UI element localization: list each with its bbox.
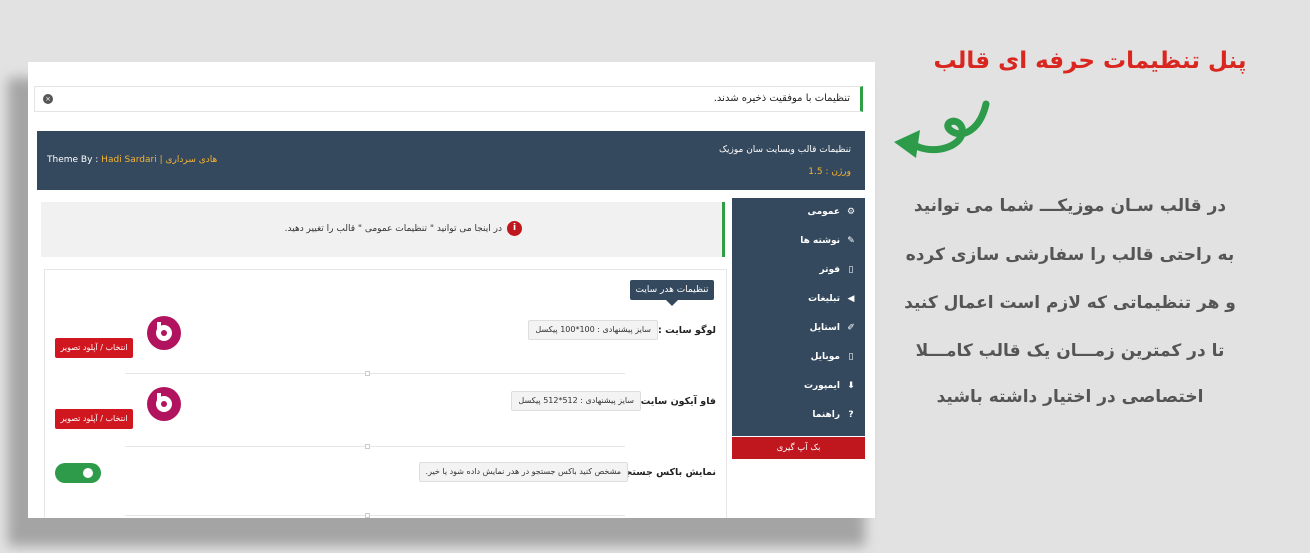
brush-icon: ✐	[847, 323, 855, 333]
promo-title: پنل تنظیمات حرفه ای قالب	[933, 48, 1247, 74]
divider-dot	[365, 513, 370, 518]
sidebar-item-general[interactable]: ⚙ عمومی	[732, 198, 865, 227]
section-title: تنظیمات هدر سایت	[630, 280, 714, 306]
info-icon: i	[507, 221, 522, 236]
sidebar-item-label: ایمپورت	[803, 381, 840, 391]
favicon-size-hint: سایز پیشنهادی : 512*512 پیکسل	[511, 391, 641, 411]
logo-label: لوگو سایت :	[658, 325, 716, 336]
sidebar-item-label: نوشته ها	[800, 236, 840, 246]
panel-header: تنظیمات قالب وبسایت سان موزیک ورژن : 1.5…	[37, 131, 865, 190]
backup-button[interactable]: بک آپ گیری	[732, 437, 865, 459]
favicon-image	[147, 387, 181, 421]
sidebar-item-posts[interactable]: ✎ نوشته ها	[732, 227, 865, 256]
promo-line-4: تا در کمترین زمـــان یک قالب کامـــلا	[915, 341, 1225, 361]
divider-dot	[365, 371, 370, 376]
question-icon: ?	[848, 410, 854, 420]
promo-line-1: در قالب سـان موزیکـــ شما می توانید	[913, 196, 1227, 216]
notice-text: تنظیمات با موفقیت ذخیره شدند.	[713, 93, 850, 104]
sidebar-item-style[interactable]: ✐ استایل	[732, 314, 865, 343]
sidebar-item-import[interactable]: ⬇ ایمپورت	[732, 372, 865, 401]
version-label: ورژن : 1.5	[808, 167, 851, 177]
logo-upload-button[interactable]: انتخاب / آپلود تصویر	[55, 338, 133, 358]
site-logo-image	[147, 316, 181, 350]
divider-dot	[365, 444, 370, 449]
search-box-hint: مشخص کنید باکس جستجو در هدر نمایش داده ش…	[418, 462, 628, 482]
success-notice: تنظیمات با موفقیت ذخیره شدند. ×	[34, 86, 863, 112]
toggle-knob	[83, 468, 93, 478]
divider	[125, 373, 625, 374]
close-icon[interactable]: ×	[43, 94, 53, 104]
gears-icon: ⚙	[846, 207, 856, 217]
sidebar-item-label: موبایل	[810, 352, 840, 362]
promo-line-3: و هر تنظیماتی که لازم است اعمال کنید	[904, 293, 1236, 313]
promo-line-5: اختصاصی در اختیار داشته باشید	[936, 387, 1204, 407]
curved-arrow-icon	[894, 100, 990, 158]
sidebar-item-help[interactable]: ? راهنما	[732, 401, 865, 430]
settings-sidebar: ⚙عمومی ✎نوشته ها ▯فوتر ◀تبلیغات ✐استایل …	[732, 198, 865, 436]
sidebar-item-label: فوتر	[819, 265, 840, 275]
favicon-upload-button[interactable]: انتخاب / آپلود تصویر	[55, 409, 133, 429]
search-box-toggle[interactable]	[55, 463, 101, 483]
download-icon: ⬇	[847, 381, 855, 391]
sidebar-item-label: تبلیغات	[808, 294, 840, 304]
theme-settings-title: تنظیمات قالب وبسایت سان موزیک	[718, 145, 851, 155]
theme-by-prefix: Theme By :	[47, 155, 102, 165]
author-link[interactable]: Hadi Sardari | هادی سرداری	[101, 155, 217, 165]
divider	[125, 515, 625, 516]
sidebar-item-label: راهنما	[812, 410, 840, 420]
settings-content: تنظیمات هدر سایت لوگو سایت : سایز پیشنها…	[44, 269, 727, 518]
info-text: در اینجا می توانید " تنظیمات عمومی " قال…	[284, 224, 502, 234]
mobile-icon: ▯	[848, 352, 854, 362]
search-box-label: نمایش باکس جستجو :	[612, 467, 716, 478]
sidebar-item-mobile[interactable]: ▯ موبایل	[732, 343, 865, 372]
sidebar-item-footer[interactable]: ▯ فوتر	[732, 256, 865, 285]
info-box: i در اینجا می توانید " تنظیمات عمومی " ق…	[41, 202, 725, 257]
sidebar-item-label: عمومی	[807, 207, 840, 217]
sidebar-item-ads[interactable]: ◀ تبلیغات	[732, 285, 865, 314]
promo-line-2: به راحتی قالب را سفارشی سازی کرده	[905, 245, 1235, 265]
megaphone-icon: ◀	[847, 294, 855, 304]
edit-icon: ✎	[847, 236, 855, 246]
logo-size-hint: سایز پیشنهادی : 100*100 پیکسل	[528, 320, 658, 340]
page-icon: ▯	[848, 265, 854, 275]
divider	[125, 446, 625, 447]
sidebar-item-label: استایل	[809, 323, 840, 333]
settings-panel-screenshot: تنظیمات با موفقیت ذخیره شدند. × تنظیمات …	[28, 62, 875, 518]
favicon-label: فاو آیکون سایت :	[633, 396, 716, 407]
theme-author: Theme By : Hadi Sardari | هادی سرداری	[47, 155, 217, 165]
